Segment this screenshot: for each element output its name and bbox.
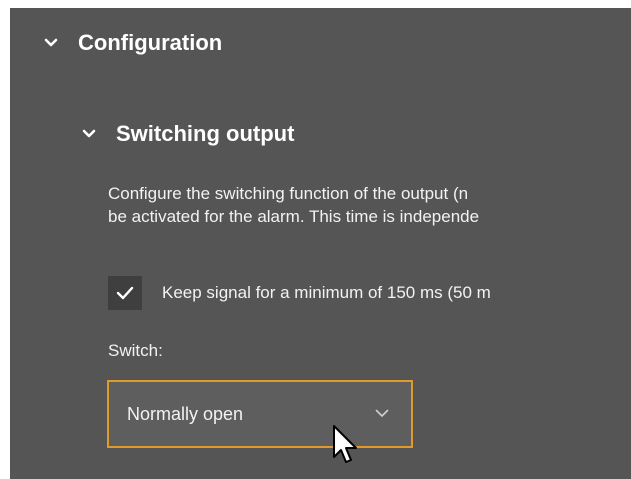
configuration-panel: Configuration Switching output Configure…: [10, 8, 631, 479]
switch-label: Switch:: [108, 341, 163, 360]
description-line: be activated for the alarm. This time is…: [108, 207, 480, 226]
switching-output-title: Switching output: [116, 121, 295, 146]
chevron-down-icon: [375, 405, 389, 423]
switch-select[interactable]: Normally open: [107, 380, 413, 448]
chevron-down-icon[interactable]: [82, 127, 96, 141]
description-line: Configure the switching function of the …: [108, 184, 469, 203]
keep-signal-label: Keep signal for a minimum of 150 ms (50 …: [162, 283, 491, 302]
checkmark-icon: [116, 286, 134, 300]
switching-output-section-header[interactable]: Switching output: [82, 121, 294, 147]
configuration-title: Configuration: [78, 30, 223, 55]
keep-signal-option[interactable]: Keep signal for a minimum of 150 ms (50 …: [108, 276, 491, 310]
switch-select-value: Normally open: [127, 403, 244, 424]
configuration-section-header[interactable]: Configuration: [44, 30, 222, 56]
keep-signal-checkbox[interactable]: [108, 276, 142, 310]
chevron-down-icon[interactable]: [44, 36, 58, 50]
switching-output-description: Configure the switching function of the …: [108, 182, 631, 228]
